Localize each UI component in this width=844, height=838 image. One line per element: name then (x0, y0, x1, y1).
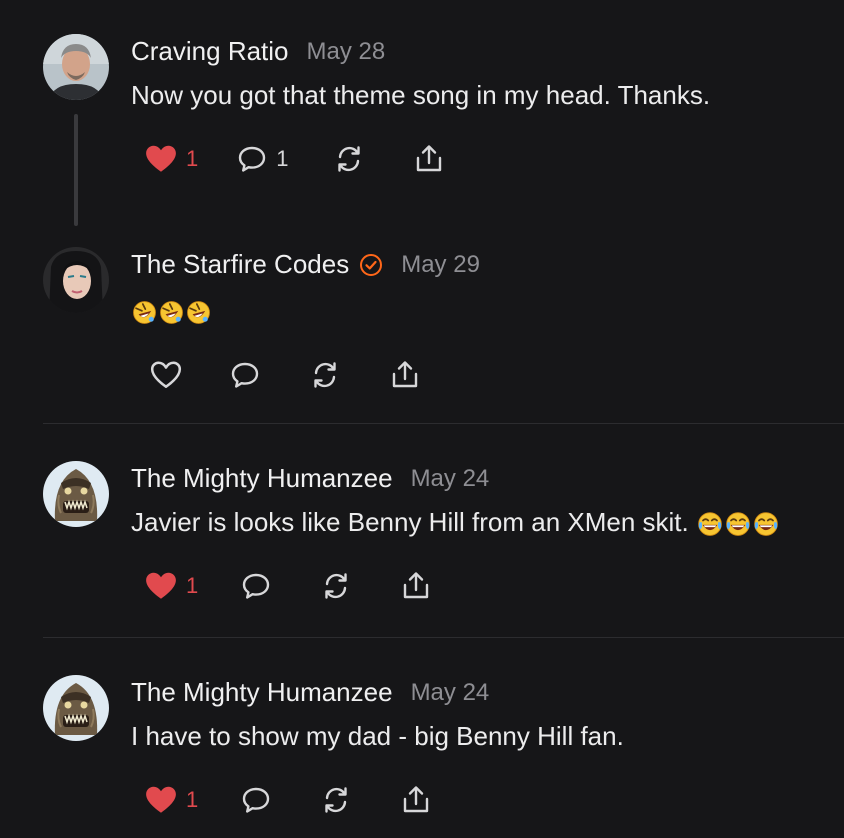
comment-header: The Starfire Codes May 29 (131, 249, 480, 280)
comment-bubble-icon (240, 784, 272, 816)
restack-button[interactable] (333, 143, 365, 175)
share-button[interactable] (400, 784, 432, 816)
comment-date[interactable]: May 24 (411, 679, 490, 707)
comment-bubble-icon (236, 143, 268, 175)
comment-header: Craving Ratio May 28 (131, 36, 385, 67)
divider (43, 637, 844, 638)
share-button[interactable] (389, 359, 421, 391)
like-count: 1 (186, 787, 199, 812)
comment-date[interactable]: May 24 (411, 465, 490, 493)
heart-outline-icon (149, 358, 183, 392)
like-button[interactable]: 1 (144, 142, 198, 176)
author-name[interactable]: The Mighty Humanzee (131, 677, 393, 708)
reply-button[interactable] (229, 359, 261, 391)
comment-actions: 1 1 (144, 141, 445, 177)
comments-feed: Craving Ratio May 28 Now you got that th… (0, 0, 844, 838)
heart-filled-icon (144, 783, 178, 817)
comment-bubble-icon (229, 359, 261, 391)
share-icon (389, 359, 421, 391)
restack-icon (309, 359, 341, 391)
like-button[interactable]: 1 (144, 783, 198, 817)
verified-badge-icon (359, 253, 383, 277)
comment-text-content: Javier is looks like Benny Hill from an … (131, 507, 696, 537)
comment-actions: 1 (144, 782, 432, 818)
restack-icon (320, 784, 352, 816)
comment-date[interactable]: May 29 (401, 251, 480, 279)
restack-button[interactable] (320, 570, 352, 602)
author-name[interactable]: The Mighty Humanzee (131, 463, 393, 494)
share-button[interactable] (400, 570, 432, 602)
restack-icon (333, 143, 365, 175)
comment-text (131, 295, 212, 326)
reply-button[interactable]: 1 (236, 143, 289, 175)
tears-of-joy-icon (752, 510, 780, 538)
tears-of-joy-icon (724, 510, 752, 538)
creature-mask-avatar[interactable] (43, 675, 109, 741)
comment-actions: 1 (144, 568, 432, 604)
woman-portrait-avatar[interactable] (43, 247, 109, 313)
divider (43, 423, 844, 424)
restack-button[interactable] (309, 359, 341, 391)
heart-filled-icon (144, 569, 178, 603)
reply-button[interactable] (240, 784, 272, 816)
reply-count: 1 (276, 146, 289, 171)
comment-text: Javier is looks like Benny Hill from an … (131, 507, 780, 538)
creature-mask-avatar[interactable] (43, 461, 109, 527)
comment-actions (149, 357, 421, 393)
comment-header: The Mighty Humanzee May 24 (131, 463, 489, 494)
reply-button[interactable] (240, 570, 272, 602)
share-icon (400, 784, 432, 816)
rolling-on-floor-laughing-icon (158, 299, 185, 326)
share-icon (400, 570, 432, 602)
share-icon (413, 143, 445, 175)
like-button[interactable] (149, 358, 183, 392)
like-count: 1 (186, 573, 199, 598)
author-name[interactable]: Craving Ratio (131, 36, 289, 67)
restack-icon (320, 570, 352, 602)
heart-filled-icon (144, 142, 178, 176)
share-button[interactable] (413, 143, 445, 175)
comment-date[interactable]: May 28 (307, 38, 386, 66)
restack-button[interactable] (320, 784, 352, 816)
tears-of-joy-icon (696, 510, 724, 538)
comment-bubble-icon (240, 570, 272, 602)
comment-header: The Mighty Humanzee May 24 (131, 677, 489, 708)
like-button[interactable]: 1 (144, 569, 198, 603)
like-count: 1 (186, 146, 199, 171)
comment-text: I have to show my dad - big Benny Hill f… (131, 721, 624, 751)
comment-text: Now you got that theme song in my head. … (131, 80, 711, 110)
rolling-on-floor-laughing-icon (185, 299, 212, 326)
thread-line (74, 114, 78, 226)
man-portrait-avatar[interactable] (43, 34, 109, 100)
author-name[interactable]: The Starfire Codes (131, 249, 349, 280)
rolling-on-floor-laughing-icon (131, 299, 158, 326)
